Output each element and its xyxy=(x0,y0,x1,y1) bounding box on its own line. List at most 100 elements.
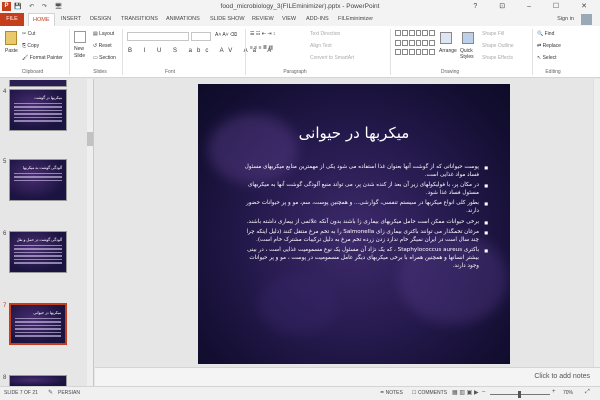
paragraph-list-buttons[interactable]: ☰ ☷ ⇤ ⇥ ↕ xyxy=(250,31,275,37)
bullet-point: پوست حیواناتی که از گوشت آنها بعنوان غذا… xyxy=(238,164,488,179)
paste-button[interactable]: Paste xyxy=(5,48,18,54)
drawing-group-label: Drawing xyxy=(440,69,460,75)
tab-add-ins[interactable]: ADD-INS xyxy=(306,16,329,22)
paste-icon[interactable] xyxy=(5,31,17,45)
slide-title[interactable]: میکربها در حیوانی xyxy=(198,124,510,142)
shapes-gallery[interactable] xyxy=(395,30,435,58)
thumbnail-partial-top[interactable] xyxy=(9,80,67,87)
notes-placeholder[interactable]: Click to add notes xyxy=(534,373,590,380)
tab-file[interactable]: FILE xyxy=(0,13,24,26)
status-bar: SLIDE 7 OF 21 ✎ PERSIAN ≐ NOTES ☐ COMMEN… xyxy=(0,386,600,400)
copy-label: Copy xyxy=(27,43,40,49)
copy-button[interactable]: ⎘ Copy xyxy=(22,43,39,49)
align-text-button[interactable]: Align Text xyxy=(310,43,332,49)
spellcheck-icon[interactable]: ✎ xyxy=(48,389,53,396)
convert-smartart-button[interactable]: Convert to SmartArt xyxy=(310,55,354,61)
fit-to-window-icon[interactable]: ⤢ xyxy=(585,389,590,396)
zoom-in-icon[interactable]: + xyxy=(552,389,556,395)
cut-button[interactable]: ✂ Cut xyxy=(22,31,35,37)
bullet-point: مرغان تخمگذار می توانند باکتری بیماری زا… xyxy=(238,229,488,244)
zoom-slider-knob[interactable] xyxy=(518,391,521,398)
quick-styles-button[interactable]: Quick Styles xyxy=(460,48,482,60)
thumbnail-number: 4 xyxy=(3,89,7,95)
slide-counter: SLIDE 7 OF 21 xyxy=(4,390,38,396)
font-name-select[interactable] xyxy=(127,32,189,41)
quick-styles-icon[interactable] xyxy=(462,32,474,44)
tab-fileminimizer[interactable]: FILEminimizer xyxy=(338,16,373,22)
select-button[interactable]: ↖ Select xyxy=(537,55,557,61)
new-slide-button-line2[interactable]: Slide xyxy=(74,53,85,59)
bullet-point: در مکان پر، با فولیکولهای زیر آن بعد از … xyxy=(238,182,488,197)
zoom-out-icon[interactable]: – xyxy=(482,389,485,395)
new-slide-button[interactable]: New xyxy=(74,46,84,52)
tab-home[interactable]: HOME xyxy=(28,13,55,26)
bullet-point: بطور کلی انواع میکربها در سیستم تنفسی، گ… xyxy=(238,200,488,215)
language-indicator[interactable]: PERSIAN xyxy=(58,390,80,396)
arrange-button[interactable]: Arrange xyxy=(439,48,457,54)
zoom-level[interactable]: 70% xyxy=(563,390,573,396)
slide-thumbnail-6[interactable]: آلودگی گوشت در حمل و نقل xyxy=(9,231,67,273)
shape-outline-button[interactable]: Shape Outline xyxy=(482,43,514,49)
reset-button[interactable]: ↺ Reset xyxy=(93,43,112,49)
thumbnail-title: میکربها در حیوانی xyxy=(33,311,61,315)
font-size-select[interactable] xyxy=(191,32,211,41)
comments-toggle-button[interactable]: ☐ COMMENTS xyxy=(412,390,447,396)
thumbnail-number: 8 xyxy=(3,375,7,381)
arrange-icon[interactable] xyxy=(440,32,452,44)
editing-group-label: Editing xyxy=(545,69,561,75)
ribbon-tab-bar: FILE HOME INSERT DESIGN TRANSITIONS ANIM… xyxy=(0,13,600,26)
cut-label: Cut xyxy=(27,31,36,37)
group-divider xyxy=(390,29,391,75)
tab-view[interactable]: VIEW xyxy=(282,16,296,22)
slide-thumbnail-5[interactable]: آلودگی گوشت به میکربها xyxy=(9,159,67,201)
tab-review[interactable]: REVIEW xyxy=(252,16,274,22)
format-painter-button[interactable]: 🖌 Format Painter xyxy=(22,55,63,61)
thumbnail-title: آلودگی گوشت در حمل و نقل xyxy=(16,238,62,242)
current-slide[interactable]: میکربها در حیوانی پوست حیواناتی که از گو… xyxy=(198,84,510,364)
select-label: Select xyxy=(542,55,557,61)
tab-slide-show[interactable]: SLIDE SHOW xyxy=(210,16,245,22)
layout-button[interactable]: ▤ Layout xyxy=(93,31,114,37)
notes-pane[interactable]: Click to add notes xyxy=(95,367,600,386)
thumbnail-number: 7 xyxy=(3,303,7,309)
avatar[interactable] xyxy=(581,14,592,25)
tab-transitions[interactable]: TRANSITIONS xyxy=(121,16,158,22)
view-buttons[interactable]: ▦ ▥ ▣ ▶ xyxy=(452,389,479,396)
notes-toggle-button[interactable]: ≐ NOTES xyxy=(380,390,403,396)
replace-button[interactable]: ⇄ Replace xyxy=(537,43,561,49)
find-button[interactable]: 🔍 Find xyxy=(537,31,554,37)
text-direction-button[interactable]: Text Direction xyxy=(310,31,340,37)
section-button[interactable]: ▭ Section xyxy=(93,55,116,61)
slide-thumbnail-7[interactable]: میکربها در حیوانی xyxy=(9,303,67,345)
slides-group-label: Slides xyxy=(93,69,107,75)
thumbnail-title: میکربها در گوشت xyxy=(34,96,62,100)
sign-in-link[interactable]: Sign in xyxy=(557,16,574,22)
slide-thumbnail-4[interactable]: میکربها در گوشت xyxy=(9,89,67,131)
slide-thumbnail-8[interactable] xyxy=(9,375,67,386)
ribbon-home: Paste ✂ Cut ⎘ Copy 🖌 Format Painter Clip… xyxy=(0,26,600,78)
tab-design[interactable]: DESIGN xyxy=(90,16,111,22)
tab-insert[interactable]: INSERT xyxy=(61,16,81,22)
thumbnail-scrollbar[interactable] xyxy=(87,79,93,386)
tab-animations[interactable]: ANIMATIONS xyxy=(166,16,200,22)
layout-label: Layout xyxy=(99,31,115,37)
shape-effects-button[interactable]: Shape Effects xyxy=(482,55,513,61)
group-divider xyxy=(122,29,123,75)
window-controls[interactable]: ? ⊡ – ☐ ✕ xyxy=(473,2,597,10)
paragraph-align-buttons[interactable]: ≡ ≡ ≡ ≣ ▥ xyxy=(250,45,273,51)
bullet-point: باکتری Staphylococcus aureus ، که یک نژا… xyxy=(238,247,488,270)
editor-scrollbar[interactable] xyxy=(593,79,600,367)
thumbnail-title: آلودگی گوشت به میکربها xyxy=(22,166,62,170)
font-size-buttons[interactable]: A˄ A˅ ⌫ xyxy=(215,32,237,38)
new-slide-icon[interactable] xyxy=(74,31,86,43)
slide-bullet-list[interactable]: پوست حیواناتی که از گوشت آنها بعنوان غذا… xyxy=(238,164,488,273)
thumbnail-number: 6 xyxy=(3,231,7,237)
slide-thumbnail-panel[interactable]: 4 میکربها در گوشت 5 آلودگی گوشت به میکرب… xyxy=(0,79,94,386)
font-group-label: Font xyxy=(164,69,175,75)
title-bar: P 💾 ↶ ↷ 🖥 food_microbiology_3(FILEminimi… xyxy=(0,0,600,13)
thumbnail-scrollbar-thumb[interactable] xyxy=(87,132,93,146)
replace-label: Replace xyxy=(542,43,561,49)
shape-fill-button[interactable]: Shape Fill xyxy=(482,31,504,37)
paragraph-group-label: Paragraph xyxy=(283,69,307,75)
group-divider xyxy=(245,29,246,75)
